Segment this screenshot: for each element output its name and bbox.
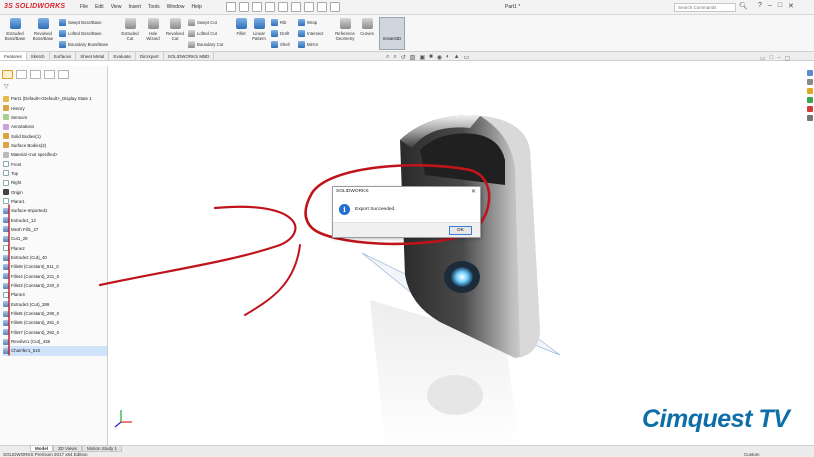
dialog-message: Export Succeeded. <box>355 207 396 212</box>
dialog-title: SOLIDWORKS <box>336 189 369 194</box>
ok-button[interactable]: OK <box>449 226 472 235</box>
status-bar: Model 3D Views Motion Study 1 SOLIDWORKS… <box>0 445 814 457</box>
dialog-footer: OK <box>333 222 480 237</box>
annotation-arrow <box>98 205 297 287</box>
information-icon: i <box>339 204 350 215</box>
edition-label: SOLIDWORKS Premium 2017 x64 Edition <box>3 452 88 457</box>
dialog-close-icon[interactable]: ✕ <box>471 188 476 195</box>
annotation-arrow-2 <box>244 244 301 316</box>
reference-triad-icon <box>114 410 132 428</box>
cimquest-tv-watermark: Cimquest TV <box>642 405 790 433</box>
units-selector[interactable]: Custom <box>744 452 760 457</box>
export-succeeded-dialog: SOLIDWORKS ✕ i Export Succeeded. OK <box>332 186 481 238</box>
